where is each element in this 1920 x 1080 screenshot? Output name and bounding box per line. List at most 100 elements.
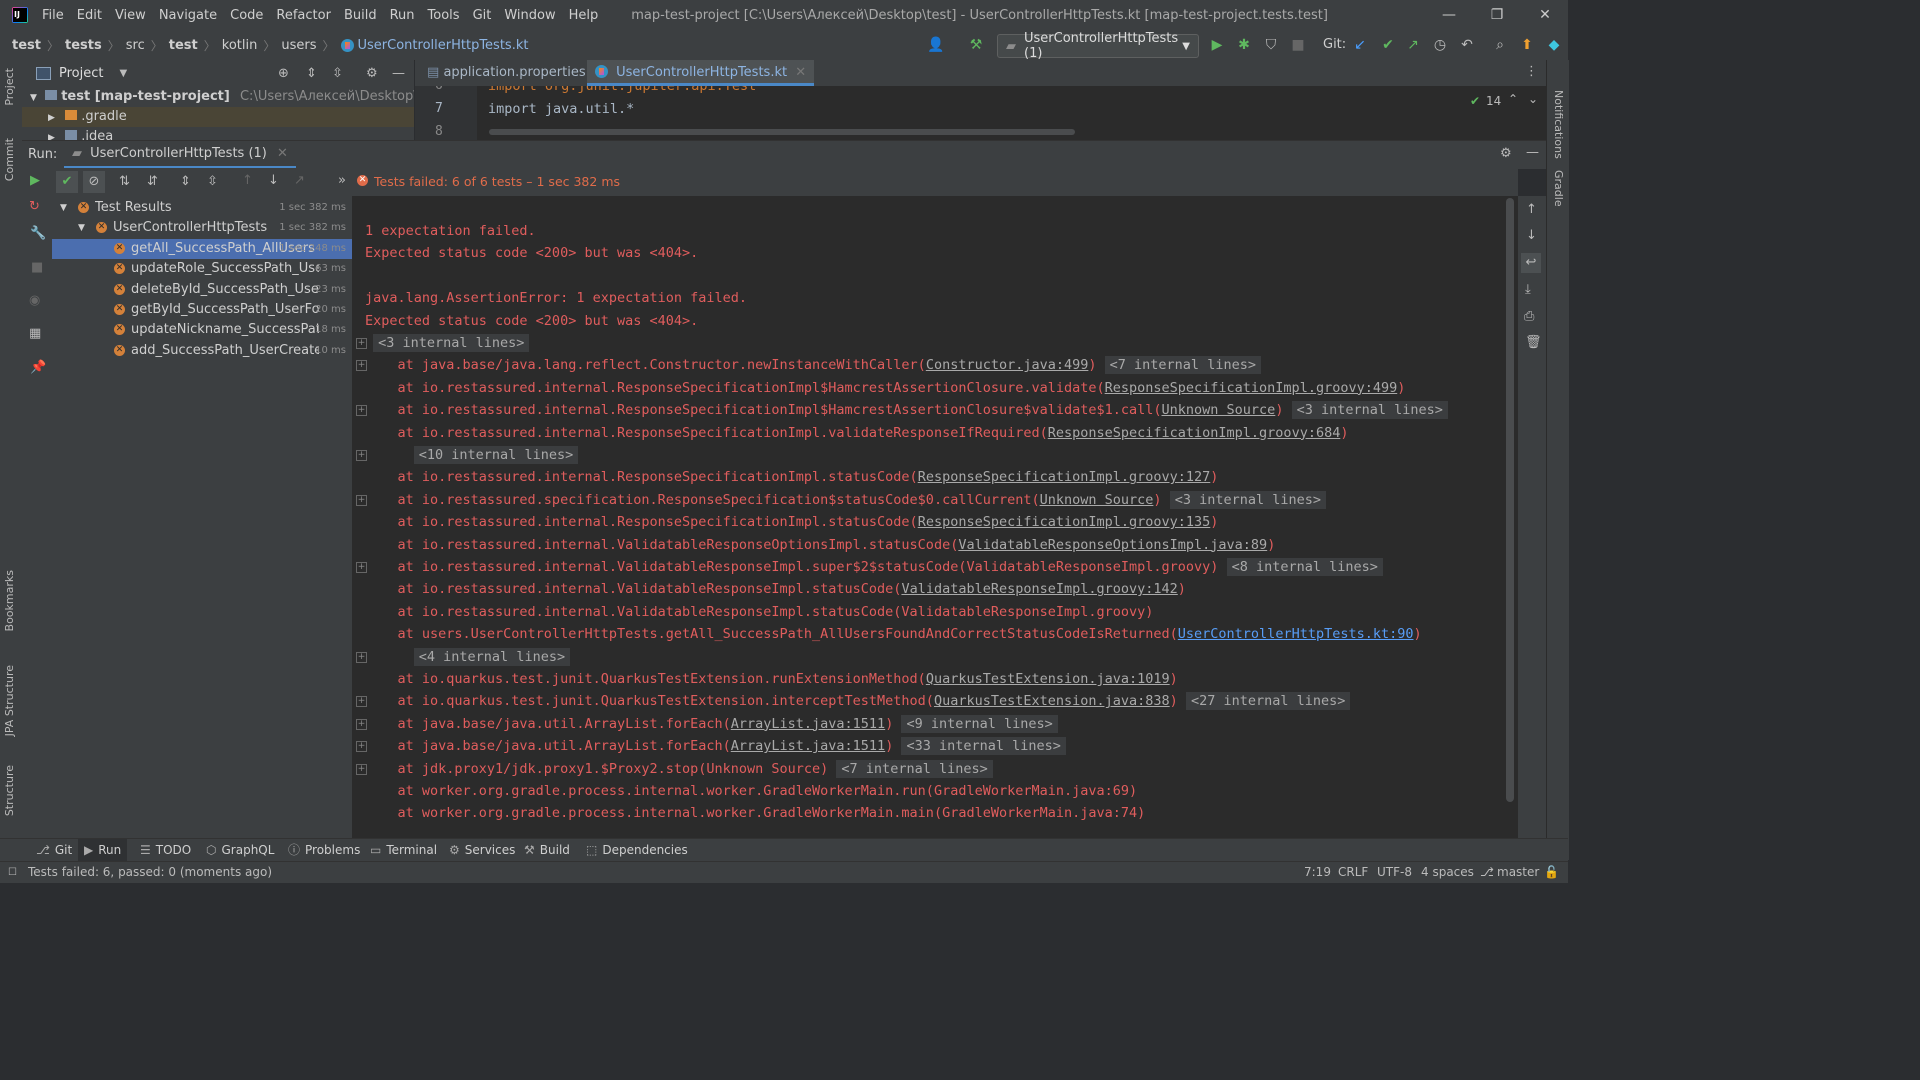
internal-lines-fold[interactable]: <33 internal lines> [901,737,1066,756]
inspection-ok-icon[interactable]: ✔ [1470,94,1480,108]
notifications-tool-tab[interactable]: Notifications [1552,90,1565,159]
menu-help[interactable]: Help [569,8,599,23]
chevron-down-icon[interactable]: ▼ [60,198,67,218]
test-tree-row[interactable]: ✕ deleteById_SuccessPath_UserDelet23 ms [52,280,352,300]
status-message[interactable]: Tests failed: 6, passed: 0 (moments ago) [28,862,272,883]
git-push-icon[interactable]: ↗ [1403,35,1423,55]
export-icon[interactable]: ↗ [294,173,305,188]
eye-icon[interactable]: ◉ [29,293,40,308]
tab-git[interactable]: ⎇ Git [30,839,78,862]
tab-services[interactable]: ⚙ Services [443,839,521,862]
print-icon[interactable]: ⎙ [1524,309,1534,324]
gear-icon[interactable]: ⚙ [1500,146,1512,161]
tab-build[interactable]: ⚒ Build [518,839,576,862]
menu-refactor[interactable]: Refactor [276,8,331,23]
hide-icon[interactable]: — [1526,145,1539,160]
wrench-icon[interactable]: 🔧 [30,226,46,241]
stacktrace-link[interactable]: ArrayList.java:1511 [731,738,885,754]
gradle-tool-tab[interactable]: Gradle [1552,170,1565,207]
tab-usercontrollerhttptests[interactable]: UserControllerHttpTests.kt ✕ [587,60,815,86]
close-icon[interactable]: ✕ [277,146,288,161]
bookmarks-tool-tab[interactable]: Bookmarks [3,570,16,631]
structure-tool-tab[interactable]: Structure [3,765,16,816]
project-tool-tab[interactable]: Project [3,68,16,106]
stacktrace-link[interactable]: UserControllerHttpTests.kt:90 [1178,626,1414,642]
internal-lines-fold[interactable]: <4 internal lines> [413,647,571,666]
breadcrumb-item[interactable]: tests [65,38,102,53]
internal-lines-fold[interactable]: <3 internal lines> [1291,401,1448,420]
menu-run[interactable]: Run [390,8,415,23]
tree-item-root[interactable]: ▼ test [map-test-project] C:\Users\Алекс… [22,87,414,107]
menu-window[interactable]: Window [504,8,555,23]
close-button[interactable]: ✕ [1522,0,1568,30]
debug-icon[interactable]: ✱ [1234,35,1254,55]
chevron-down-icon[interactable]: ⌄ [1528,92,1538,106]
menu-edit[interactable]: Edit [77,8,102,23]
gear-icon[interactable]: ⚙ [366,66,378,81]
sort-alpha-icon[interactable]: ⇅ [119,174,130,189]
rerun-icon[interactable]: ▶ [30,173,40,188]
soft-wrap-icon[interactable]: ↩ [1521,253,1541,273]
tab-graphql[interactable]: ⬡ GraphQL [200,839,280,862]
project-panel-title[interactable]: Project [59,66,103,81]
stacktrace-link[interactable]: ValidatableResponseImpl.groovy:142 [901,581,1177,597]
stacktrace-link[interactable]: ArrayList.java:1511 [731,716,885,732]
hide-icon[interactable]: — [392,66,405,81]
user-icon[interactable]: 👤 [926,35,946,55]
rerun-failed-icon[interactable]: ↻ [29,199,40,214]
run-configuration-select[interactable]: ▰ UserControllerHttpTests (1) ▼ [997,31,1199,61]
arrow-up-icon[interactable]: ↑ [1526,202,1537,217]
test-tree-row[interactable]: ✕ add_SuccessPath_UserCreatedAnd10 ms [52,341,352,361]
console-output[interactable]: 1 expectation failed. Expected status cod… [352,196,1518,838]
breadcrumb-item[interactable]: test [169,38,198,53]
git-update-icon[interactable]: ↙ [1350,35,1370,55]
internal-lines-fold[interactable]: <27 internal lines> [1185,692,1351,711]
internal-lines-fold[interactable]: <10 internal lines> [413,446,579,464]
horizontal-scrollbar[interactable] [489,129,1075,135]
stacktrace-link[interactable]: Unknown Source [1162,402,1276,418]
sort-duration-icon[interactable]: ⇵ [147,174,158,189]
minimize-button[interactable]: — [1426,0,1472,30]
tab-problems[interactable]: ⓘ Problems [282,839,366,862]
update-icon[interactable]: ⬆ [1517,35,1537,55]
toolbox-icon[interactable]: ◆ [1544,35,1564,55]
stacktrace-link[interactable]: Constructor.java:499 [926,357,1089,373]
chevron-up-icon[interactable]: ⌃ [1508,92,1518,106]
layout-icon[interactable]: ☐ [8,862,17,883]
chevron-down-icon[interactable]: ▼ [78,218,85,238]
show-passed-icon[interactable]: ✔ [56,171,78,193]
run-tab[interactable]: ▰ UserControllerHttpTests (1) ✕ [64,141,296,169]
tab-terminal[interactable]: ▭ Terminal [364,839,443,862]
tab-todo[interactable]: ☰ TODO [134,839,197,862]
collapse-all-icon[interactable]: ⇳ [332,66,343,81]
scroll-to-end-icon[interactable]: ⤓ [1525,282,1531,297]
breadcrumb-item[interactable]: test [12,38,41,53]
stacktrace-link[interactable]: Unknown Source [1040,492,1154,508]
test-tree-row[interactable]: ✕ getAll_SuccessPath_AllUsers 1 sec 248 ms [52,238,352,259]
breadcrumb-item[interactable]: src [126,38,145,53]
menu-git[interactable]: Git [473,8,492,23]
tree-item-gradle[interactable]: ▶ .gradle [22,107,414,127]
stacktrace-link[interactable]: ResponseSpecificationImpl.groovy:127 [918,469,1211,485]
test-tree-row[interactable]: ▼ ✕ UserControllerHttpTests 1 sec 382 ms [52,218,352,238]
stop-icon[interactable]: ■ [1288,35,1308,55]
menu-file[interactable]: File [42,8,64,23]
search-icon[interactable]: ⌕ [1490,35,1510,55]
internal-lines-fold[interactable]: <3 internal lines> [1169,490,1326,509]
more-icon[interactable]: ⋮ [1525,64,1538,79]
arrow-down-icon[interactable]: ↓ [268,173,279,188]
breadcrumb-item[interactable]: UserControllerHttpTests.kt [358,38,529,53]
stacktrace-link[interactable]: ResponseSpecificationImpl.groovy:684 [1048,425,1341,441]
menu-tools[interactable]: Tools [428,8,460,23]
internal-lines-fold[interactable]: <7 internal lines> [1104,356,1261,375]
show-ignored-icon[interactable]: ⊘ [83,171,105,193]
vertical-scrollbar[interactable] [1506,198,1514,802]
trash-icon[interactable]: 🗑 [1525,335,1542,350]
stacktrace-link[interactable]: QuarkusTestExtension.java:838 [934,693,1170,709]
rollback-icon[interactable]: ↶ [1457,35,1477,55]
code-editor[interactable]: 6 import org.junit.jupiter.api.Test 7 im… [415,86,1546,140]
collapse-all-icon[interactable]: ⇳ [207,174,218,189]
chevron-right-icon[interactable]: ▶ [48,113,55,123]
git-commit-icon[interactable]: ✔ [1378,35,1398,55]
tab-run[interactable]: ▶ Run [78,839,128,862]
